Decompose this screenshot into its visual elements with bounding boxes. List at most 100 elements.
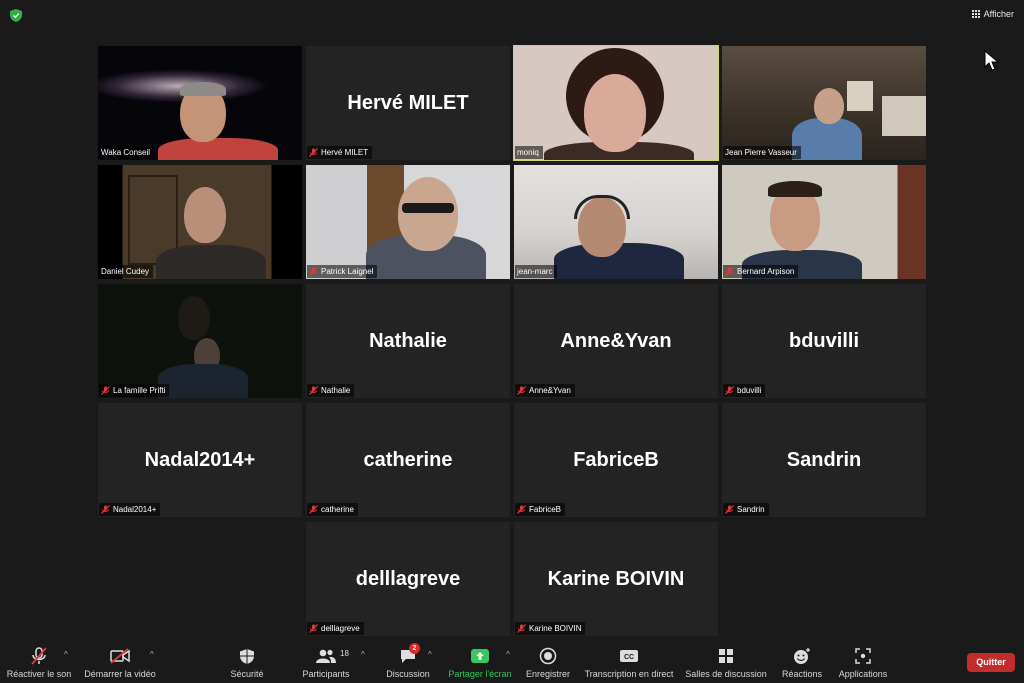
muted-mic-icon [725,386,734,395]
participant-display-name: Karine BOIVIN [547,568,685,590]
smiley-reaction-icon [791,646,813,666]
video-feed [306,165,510,279]
video-off-icon [109,646,131,666]
chat-unread-badge: 2 [409,643,420,654]
muted-mic-icon [725,505,734,514]
video-tile-jean-pierre-vasseur[interactable]: Jean Pierre Vasseur [722,46,926,160]
participant-display-name: catherine [363,449,453,471]
participant-name-label: Nadal2014+ [99,503,161,516]
video-feed [98,46,302,160]
muted-mic-icon [309,386,318,395]
share-options-chevron-icon[interactable]: ^ [506,650,510,659]
participant-name-label: Anne&Yvan [515,384,575,397]
video-tile-la-famille-prifti[interactable]: La famille Prifti [98,284,302,398]
breakout-rooms-button[interactable]: Salles de discussion [684,646,768,680]
participant-name-label: Waka Conseil [99,146,155,159]
muted-mic-icon [309,148,318,157]
participant-name-label: jean-marc [515,265,557,278]
video-tile-nadal2014[interactable]: Nadal2014+ Nadal2014+ [98,403,302,517]
record-icon [537,646,559,666]
video-feed [722,46,926,160]
reactions-button[interactable]: Réactions [780,646,824,680]
participant-display-name: bduvilli [789,330,859,352]
participant-display-name: FabriceB [573,449,659,471]
video-tile-karine-boivin[interactable]: Karine BOIVIN Karine BOIVIN [514,522,718,636]
applications-button[interactable]: Applications [834,646,892,680]
participant-display-name: Anne&Yvan [560,330,672,352]
video-tile-anne-yvan[interactable]: Anne&Yvan Anne&Yvan [514,284,718,398]
leave-meeting-button[interactable]: Quitter [967,653,1015,672]
video-tile-daniel-cudey[interactable]: Daniel Cudey [98,165,302,279]
start-video-button[interactable]: Démarrer la vidéo [82,646,158,680]
participant-name-label: bduvilli [723,384,766,397]
participant-name-label: Bernard Arpison [723,265,799,278]
participant-name-label: Karine BOIVIN [515,622,586,635]
chat-options-chevron-icon[interactable]: ^ [428,650,432,659]
view-button-label: Afficher [983,9,1014,19]
participant-display-name: Nadal2014+ [144,449,256,471]
chat-button[interactable]: 2 Discussion [384,643,432,680]
participants-options-chevron-icon[interactable]: ^ [361,650,365,659]
video-tile-jean-marc[interactable]: jean-marc [514,165,718,279]
video-feed [722,165,926,279]
security-shield-icon [236,646,258,666]
video-tile-patrick-laignel[interactable]: Patrick Laignel [306,165,510,279]
security-button[interactable]: Sécurité [226,646,268,680]
video-tile-delllagreve[interactable]: delllagreve delllagreve [306,522,510,636]
audio-options-chevron-icon[interactable]: ^ [64,650,68,659]
video-tile-fabriceb[interactable]: FabriceB FabriceB [514,403,718,517]
video-feed [98,284,302,398]
participants-count: 18 [340,649,349,658]
apps-icon [852,646,874,666]
participant-name-label: Jean Pierre Vasseur [723,146,801,159]
muted-mic-icon [517,386,526,395]
muted-mic-icon [309,624,318,633]
video-tile-nathalie[interactable]: Nathalie Nathalie [306,284,510,398]
participant-name-label: Daniel Cudey [99,265,154,278]
grid-view-icon [971,10,980,18]
participant-display-name: Hervé MILET [347,92,469,114]
participant-name-label: Sandrin [723,503,769,516]
security-shield-icon[interactable] [10,9,22,22]
participant-name-label: FabriceB [515,503,566,516]
live-transcription-button[interactable]: CC Transcription en direct [582,646,676,680]
chat-bubble-icon: 2 [397,643,420,666]
muted-mic-icon [309,267,318,276]
participant-name-label: moniq [515,146,543,159]
participant-name-label: catherine [307,503,358,516]
participant-display-name: delllagreve [355,568,461,590]
video-feed [514,46,718,160]
video-tile-moniq-active-speaker[interactable]: moniq [513,45,719,161]
share-screen-button[interactable]: Partager l'écran [446,646,514,680]
participant-name-label: Hervé MILET [307,146,373,159]
participant-name-label: Patrick Laignel [307,265,378,278]
muted-mic-icon [725,267,734,276]
participants-icon: 18 [315,646,349,666]
participant-name-label: delllagreve [307,622,364,635]
video-tile-bduvilli[interactable]: bduvilli bduvilli [722,284,926,398]
share-screen-icon [469,646,491,666]
record-button[interactable]: Enregistrer [522,646,574,680]
muted-mic-icon [101,386,110,395]
top-bar: Afficher [0,0,1024,30]
view-button[interactable]: Afficher [971,6,1014,22]
video-tile-herve-milet[interactable]: Hervé MILET Hervé MILET [306,46,510,160]
video-feed [98,165,302,279]
video-tile-catherine[interactable]: catherine catherine [306,403,510,517]
participant-display-name: Nathalie [369,330,447,352]
meeting-toolbar: Réactiver le son ^ Démarrer la vidéo ^ S… [0,640,1024,683]
participant-name-label: Nathalie [307,384,355,397]
unmute-button[interactable]: Réactiver le son [6,646,72,680]
closed-captions-icon: CC [618,646,640,666]
participant-display-name: Sandrin [786,449,862,471]
muted-mic-icon [517,505,526,514]
svg-text:CC: CC [624,654,634,661]
video-tile-waka-conseil[interactable]: Waka Conseil [98,46,302,160]
participants-button[interactable]: 18 Participants [298,646,354,680]
video-tile-sandrin[interactable]: Sandrin Sandrin [722,403,926,517]
participant-name-label: La famille Prifti [99,384,170,397]
video-options-chevron-icon[interactable]: ^ [150,650,154,659]
breakout-rooms-icon [715,646,737,666]
muted-mic-icon [517,624,526,633]
video-tile-bernard-arpison[interactable]: Bernard Arpison [722,165,926,279]
